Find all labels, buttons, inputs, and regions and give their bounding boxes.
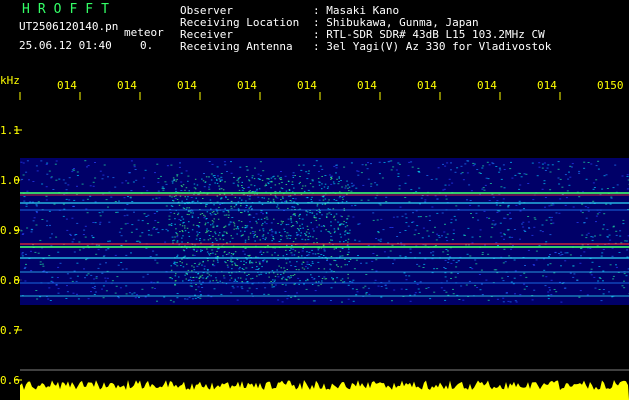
counter-label: 0.: [140, 39, 154, 52]
datetime-label: 25.06.12 01:40: [19, 39, 112, 52]
y-tick-label: 0.6: [0, 374, 20, 387]
info-label-antenna: Receiving Antenna: [180, 40, 293, 53]
y-tick-label: 0.7: [0, 324, 20, 337]
y-tick-label: 0.9: [0, 224, 20, 237]
hrofft-window: HROFFT UT2506120140.pn meteor 25.06.12 0…: [0, 0, 629, 400]
x-tick-label: 014: [477, 79, 497, 92]
y-tick-label: 1.0: [0, 174, 20, 187]
filename-label: UT2506120140.pn: [19, 20, 119, 33]
app-title: HROFFT: [22, 2, 117, 17]
x-tick-label: 014: [237, 79, 257, 92]
y-tick-label: 1.1: [0, 124, 20, 137]
mode-label: meteor: [124, 26, 164, 39]
x-tick-label: 014: [57, 79, 77, 92]
x-tick-label: 014: [117, 79, 137, 92]
x-tick-label: 014: [297, 79, 317, 92]
info-value-antenna: : 3el Yagi(V) Az 330 for Vladivostok: [313, 40, 552, 53]
spectrogram-waterfall: [14, 92, 629, 400]
x-tick-label: 014: [177, 79, 197, 92]
x-tick-label: 0150: [597, 79, 624, 92]
x-tick-label: 014: [417, 79, 437, 92]
x-tick-label: 014: [537, 79, 557, 92]
y-tick-label: 0.8: [0, 274, 20, 287]
y-axis-unit: kHz: [0, 74, 20, 87]
x-tick-label: 014: [357, 79, 377, 92]
